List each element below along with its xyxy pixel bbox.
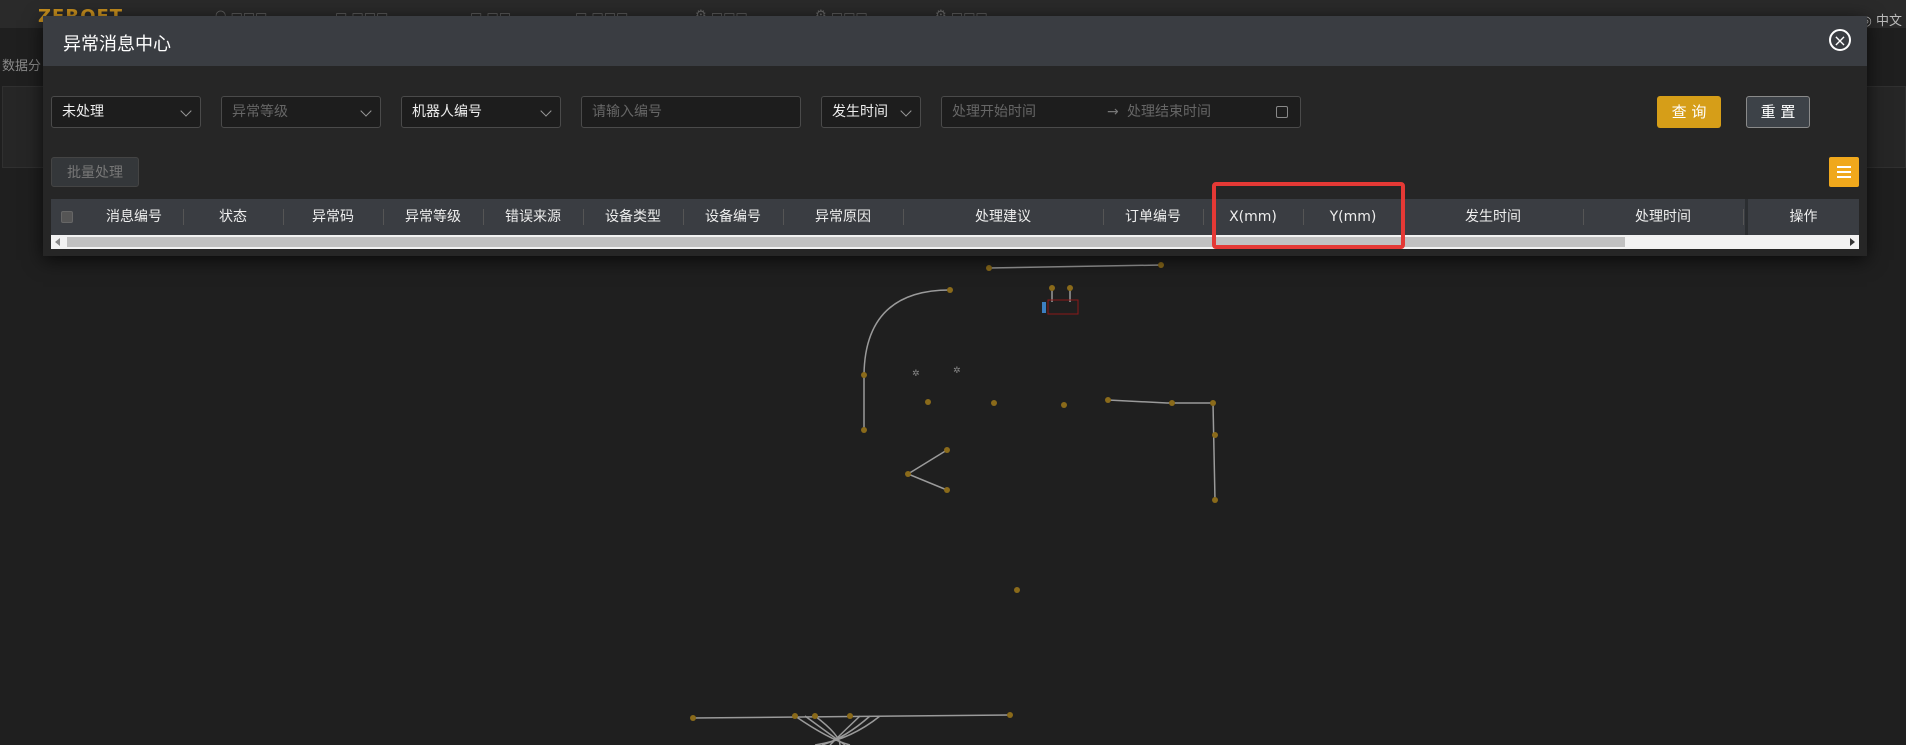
select-all-checkbox[interactable] <box>61 211 73 223</box>
col-order-id[interactable]: 订单编号 <box>1103 199 1203 235</box>
col-device-type[interactable]: 设备类型 <box>583 199 683 235</box>
dialog-header: 异常消息中心 × <box>43 16 1867 66</box>
close-icon[interactable]: × <box>1829 29 1851 51</box>
dialog-title: 异常消息中心 <box>63 34 171 55</box>
chevron-down-icon <box>540 105 552 117</box>
map-canvas[interactable]: ✲ ✲ <box>0 250 1906 745</box>
col-processed-time[interactable]: 处理时间 <box>1583 199 1743 235</box>
breadcrumb: 数据分 <box>2 59 42 74</box>
end-time-placeholder: 处理结束时间 <box>1127 104 1211 120</box>
robot-select-value: 机器人编号 <box>412 104 482 120</box>
level-select[interactable]: 异常等级 <box>221 96 381 128</box>
col-suggestion[interactable]: 处理建议 <box>903 199 1103 235</box>
svg-text:✲: ✲ <box>953 366 961 376</box>
code-input-placeholder: 请输入编号 <box>592 104 662 120</box>
col-actions[interactable]: 操作 <box>1748 199 1859 235</box>
chevron-down-icon <box>180 105 192 117</box>
col-message-id[interactable]: 消息编号 <box>85 199 183 235</box>
col-level[interactable]: 异常等级 <box>383 199 483 235</box>
exception-message-dialog: 异常消息中心 × 未处理 异常等级 机器人编号 请输入编号 发生时间 处理开始时… <box>43 16 1867 256</box>
highlight-box <box>1212 182 1405 249</box>
calendar-icon <box>1276 106 1288 118</box>
scroll-right-icon[interactable] <box>1850 238 1855 246</box>
svg-text:✲: ✲ <box>912 369 920 379</box>
col-error-source[interactable]: 错误来源 <box>483 199 583 235</box>
col-reason[interactable]: 异常原因 <box>783 199 903 235</box>
query-button[interactable]: 查 询 <box>1657 96 1721 128</box>
batch-process-button[interactable]: 批量处理 <box>51 157 139 187</box>
range-separator: → <box>1107 104 1119 120</box>
col-occurred-time[interactable]: 发生时间 <box>1403 199 1583 235</box>
chevron-down-icon <box>900 105 912 117</box>
column-settings-icon[interactable] <box>1829 157 1859 187</box>
scroll-left-icon[interactable] <box>55 238 60 246</box>
start-time-placeholder: 处理开始时间 <box>952 104 1036 120</box>
chevron-down-icon <box>360 105 372 117</box>
date-range-picker[interactable]: 处理开始时间 → 处理结束时间 <box>941 96 1301 128</box>
background-panel <box>2 86 44 168</box>
horizontal-scrollbar[interactable] <box>51 235 1859 249</box>
time-type-select[interactable]: 发生时间 <box>821 96 921 128</box>
table-header: 消息编号 状态 异常码 异常等级 错误来源 设备类型 设备编号 异常原因 处理建… <box>51 199 1859 235</box>
status-select[interactable]: 未处理 <box>51 96 201 128</box>
col-status[interactable]: 状态 <box>183 199 283 235</box>
code-input[interactable]: 请输入编号 <box>581 96 801 128</box>
reset-button[interactable]: 重 置 <box>1746 96 1810 128</box>
time-type-value: 发生时间 <box>832 104 888 120</box>
col-error-code[interactable]: 异常码 <box>283 199 383 235</box>
level-select-placeholder: 异常等级 <box>232 104 288 120</box>
status-select-value: 未处理 <box>62 104 104 120</box>
robot-select[interactable]: 机器人编号 <box>401 96 561 128</box>
col-device-id[interactable]: 设备编号 <box>683 199 783 235</box>
background-panel <box>1864 86 1906 168</box>
